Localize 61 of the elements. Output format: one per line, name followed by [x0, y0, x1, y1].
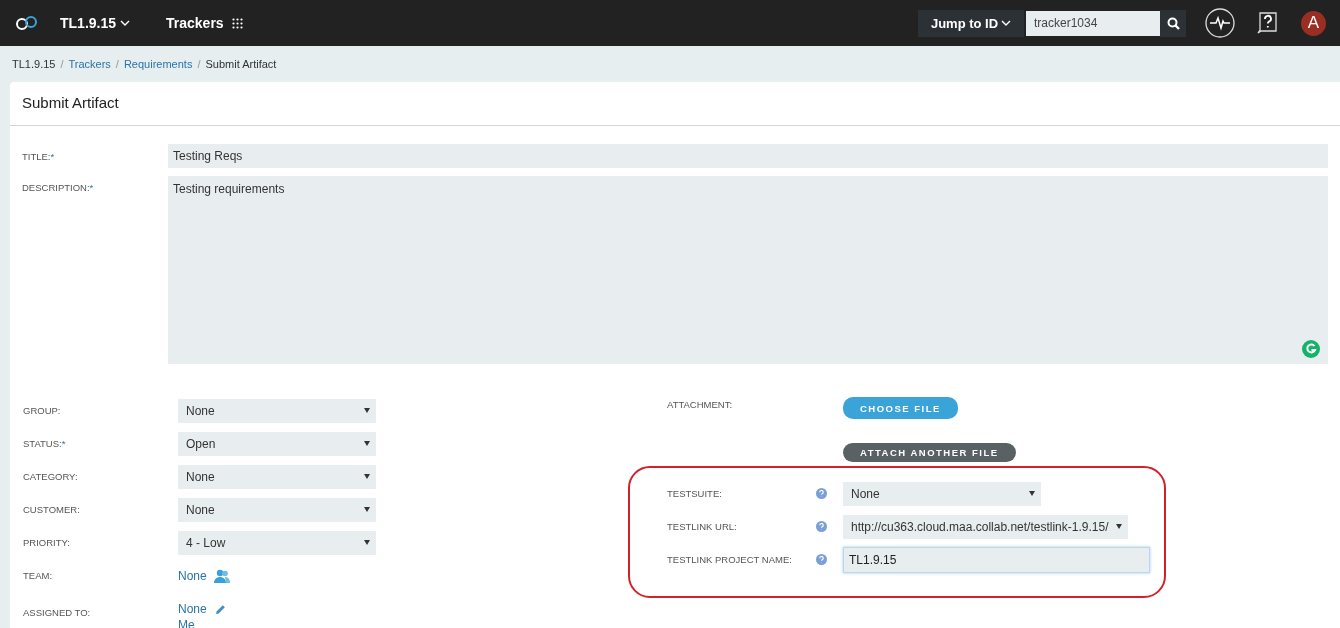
description-text: Testing requirements	[173, 182, 285, 196]
field-label: GROUP:	[23, 405, 61, 416]
breadcrumb-item[interactable]: Trackers	[68, 58, 111, 70]
dropdown-caret-icon	[1116, 524, 1122, 529]
breadcrumb-separator: /	[60, 58, 64, 70]
dropdown-caret-icon	[1029, 491, 1035, 496]
dropdown[interactable]: http://cu363.cloud.maa.collab.net/testlink-1.9.15/	[843, 514, 1128, 539]
dropdown-caret-icon	[364, 441, 370, 446]
dropdown-caret-icon	[364, 474, 370, 479]
dropdown[interactable]: None	[843, 481, 1041, 506]
dropdown[interactable]: 4 - Low	[178, 530, 376, 555]
required-mark: *	[50, 150, 55, 162]
field-label: PRIORITY:	[23, 537, 70, 548]
field-label: TITLE:	[22, 150, 51, 162]
dropdown[interactable]: None	[178, 464, 376, 489]
team-link[interactable]: None	[178, 568, 207, 583]
description-textarea[interactable]: Testing requirements	[168, 176, 1328, 364]
breadcrumb-item[interactable]: Requirements	[123, 58, 193, 70]
field-label: ATTACHMENT:	[667, 398, 734, 410]
breadcrumb-separator: /	[115, 58, 119, 70]
dropdown[interactable]: Open	[178, 431, 376, 456]
field-label: ASSIGNED TO:	[23, 606, 91, 618]
logo-icon[interactable]	[14, 16, 40, 30]
field-label: CUSTOMER:	[23, 504, 80, 515]
breadcrumb-separator: /	[197, 58, 201, 70]
required-mark: *	[61, 438, 66, 449]
dropdown-caret-icon	[364, 507, 370, 512]
field-label: STATUS:	[23, 438, 62, 449]
jump-to-id-button[interactable]: Jump to ID	[918, 9, 1024, 37]
search-icon	[1166, 16, 1180, 30]
project-menu[interactable]: TL1.9.15	[60, 15, 131, 31]
grid-icon	[231, 17, 243, 29]
breadcrumb-item: Submit Artifact	[205, 58, 277, 70]
field-label: TEAM:	[23, 570, 53, 581]
required-mark: *	[89, 182, 94, 193]
chevron-down-icon	[1001, 20, 1012, 26]
trackers-menu[interactable]: Trackers	[166, 15, 243, 31]
people-icon[interactable]	[212, 568, 231, 583]
activity-icon[interactable]	[1205, 8, 1235, 38]
grammar-checker-icon[interactable]	[1302, 340, 1320, 358]
search-button[interactable]	[1160, 9, 1186, 37]
dropdown[interactable]: None	[178, 497, 376, 522]
breadcrumb-item: TL1.9.15	[12, 58, 56, 70]
dropdown[interactable]: None	[178, 398, 376, 423]
field-label: TESTLINK URL:	[667, 521, 738, 532]
jump-id-input[interactable]: tracker1034	[1026, 10, 1160, 36]
dropdown-caret-icon	[364, 540, 370, 545]
assignee-link[interactable]: None	[178, 602, 207, 616]
user-avatar[interactable]: A	[1301, 10, 1326, 36]
page-title: Submit Artifact	[10, 82, 1340, 126]
field-label: DESCRIPTION:	[22, 182, 90, 193]
chevron-down-icon	[120, 20, 131, 26]
text-input[interactable]: TL1.9.15	[843, 546, 1150, 573]
dropdown-caret-icon	[364, 408, 370, 413]
help-icon[interactable]	[1257, 12, 1277, 34]
title-input[interactable]: Testing Reqs	[168, 144, 1328, 168]
pencil-icon[interactable]	[214, 603, 226, 615]
attach-another-file-button[interactable]: ATTACH ANOTHER FILE	[843, 443, 1016, 462]
field-label: TESTLINK PROJECT NAME:	[667, 554, 793, 565]
field-label: CATEGORY:	[23, 471, 78, 482]
field-label: TESTSUITE:	[667, 488, 723, 499]
